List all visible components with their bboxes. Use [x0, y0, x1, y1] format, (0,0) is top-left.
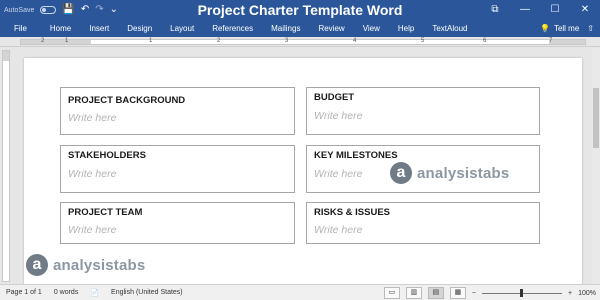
- box-placeholder[interactable]: Write here: [68, 224, 116, 236]
- box-title: BUDGET: [314, 92, 355, 103]
- undo-icon[interactable]: ↶: [81, 0, 89, 20]
- zoom-slider-thumb[interactable]: [520, 288, 523, 297]
- ruler-number: 1: [149, 38, 153, 44]
- tab-view[interactable]: View: [354, 20, 389, 37]
- tell-me-label: Tell me: [553, 24, 580, 33]
- horizontal-ruler[interactable]: 2 1 1 2 3 4 5 6 7: [0, 37, 600, 47]
- tab-references[interactable]: References: [203, 20, 262, 37]
- word-count[interactable]: 0 words: [54, 289, 79, 296]
- focus-mode-button[interactable]: ▭: [383, 287, 400, 299]
- tab-design[interactable]: Design: [118, 20, 161, 37]
- ruler-number: 7: [549, 38, 553, 44]
- print-layout-button[interactable]: ▤: [427, 287, 444, 299]
- share-icon[interactable]: ⇧: [587, 24, 594, 33]
- tab-home[interactable]: Home: [41, 20, 80, 37]
- document-page[interactable]: PROJECT BACKGROUND Write here BUDGET Wri…: [24, 58, 582, 284]
- stakeholders-box[interactable]: STAKEHOLDERS Write here: [60, 145, 295, 193]
- box-title: STAKEHOLDERS: [68, 150, 146, 161]
- customize-qat-icon[interactable]: ⌄: [110, 0, 118, 20]
- tab-file[interactable]: File: [0, 20, 41, 37]
- project-background-box[interactable]: PROJECT BACKGROUND Write here: [60, 87, 295, 135]
- ruler-number: 4: [353, 38, 357, 44]
- tab-help[interactable]: Help: [389, 20, 423, 37]
- tab-mailings[interactable]: Mailings: [262, 20, 309, 37]
- box-title: PROJECT TEAM: [68, 207, 143, 218]
- ruler-number: 1: [65, 38, 69, 44]
- analysistabs-logo-icon: a: [390, 162, 412, 184]
- ruler-track: 2 1 1 2 3 4 5 6 7: [20, 38, 586, 45]
- autosave-toggle[interactable]: [40, 6, 57, 14]
- project-team-box[interactable]: PROJECT TEAM Write here: [60, 202, 295, 244]
- analysistabs-watermark: a analysistabs: [26, 254, 145, 276]
- ruler-left-margin: [21, 40, 91, 44]
- maximize-button[interactable]: ☐: [540, 0, 570, 20]
- box-placeholder[interactable]: Write here: [314, 224, 362, 236]
- vertical-ruler[interactable]: [2, 50, 10, 282]
- tell-me-box[interactable]: 💡 Tell me: [540, 24, 579, 33]
- vertical-scrollbar[interactable]: [592, 48, 600, 284]
- ruler-number: 6: [483, 38, 487, 44]
- title-bar: AutoSave 💾 ↶ ↷ ⌄ Project Charter Templat…: [0, 0, 600, 20]
- zoom-in-button[interactable]: +: [568, 290, 572, 297]
- ribbon-display-options-button[interactable]: ⧉: [480, 0, 510, 20]
- web-layout-button[interactable]: ▦: [449, 287, 466, 299]
- ruler-number: 2: [41, 38, 45, 44]
- document-area[interactable]: PROJECT BACKGROUND Write here BUDGET Wri…: [12, 48, 600, 284]
- autosave-label: AutoSave: [4, 6, 35, 14]
- window-controls: ⧉ — ☐ ✕: [480, 0, 600, 20]
- box-placeholder[interactable]: Write here: [68, 168, 116, 180]
- proofing-icon[interactable]: 📄: [90, 289, 99, 297]
- zoom-level[interactable]: 100%: [578, 290, 596, 297]
- watermark-brand: analysistabs: [53, 256, 146, 274]
- lightbulb-icon: 💡: [539, 24, 550, 33]
- vertical-ruler-margin: [3, 51, 9, 61]
- redo-icon[interactable]: ↷: [95, 0, 103, 20]
- box-placeholder[interactable]: Write here: [314, 110, 362, 122]
- zoom-out-button[interactable]: −: [472, 290, 476, 297]
- tab-textaloud[interactable]: TextAloud: [423, 20, 476, 37]
- tab-review[interactable]: Review: [309, 20, 353, 37]
- box-placeholder[interactable]: Write here: [68, 112, 116, 124]
- quick-access-toolbar: AutoSave 💾 ↶ ↷ ⌄: [0, 0, 118, 20]
- budget-box[interactable]: BUDGET Write here: [306, 87, 540, 135]
- ruler-number: 3: [285, 38, 289, 44]
- page-count[interactable]: Page 1 of 1: [6, 289, 42, 296]
- status-bar: Page 1 of 1 0 words 📄 English (United St…: [0, 284, 600, 300]
- ruler-number: 2: [217, 38, 221, 44]
- tab-layout[interactable]: Layout: [161, 20, 203, 37]
- box-title: KEY MILESTONES: [314, 150, 398, 161]
- box-title: RISKS & ISSUES: [314, 207, 391, 218]
- analysistabs-logo-icon: a: [26, 254, 48, 276]
- risks-issues-box[interactable]: RISKS & ISSUES Write here: [306, 202, 540, 244]
- ribbon-tabs: File Home Insert Design Layout Reference…: [0, 20, 600, 37]
- box-placeholder[interactable]: Write here: [314, 168, 362, 180]
- analysistabs-watermark: a analysistabs: [390, 162, 509, 184]
- zoom-slider[interactable]: [482, 288, 562, 297]
- scrollbar-thumb[interactable]: [593, 88, 599, 148]
- ruler-number: 5: [421, 38, 425, 44]
- box-title: PROJECT BACKGROUND: [68, 95, 186, 106]
- read-mode-button[interactable]: ▥: [405, 287, 422, 299]
- ruler-right-margin: [549, 40, 585, 44]
- close-button[interactable]: ✕: [570, 0, 600, 20]
- save-icon[interactable]: 💾: [62, 0, 74, 20]
- language-indicator[interactable]: English (United States): [111, 289, 183, 296]
- watermark-brand: analysistabs: [417, 164, 510, 182]
- tab-insert[interactable]: Insert: [80, 20, 118, 37]
- minimize-button[interactable]: —: [510, 0, 540, 20]
